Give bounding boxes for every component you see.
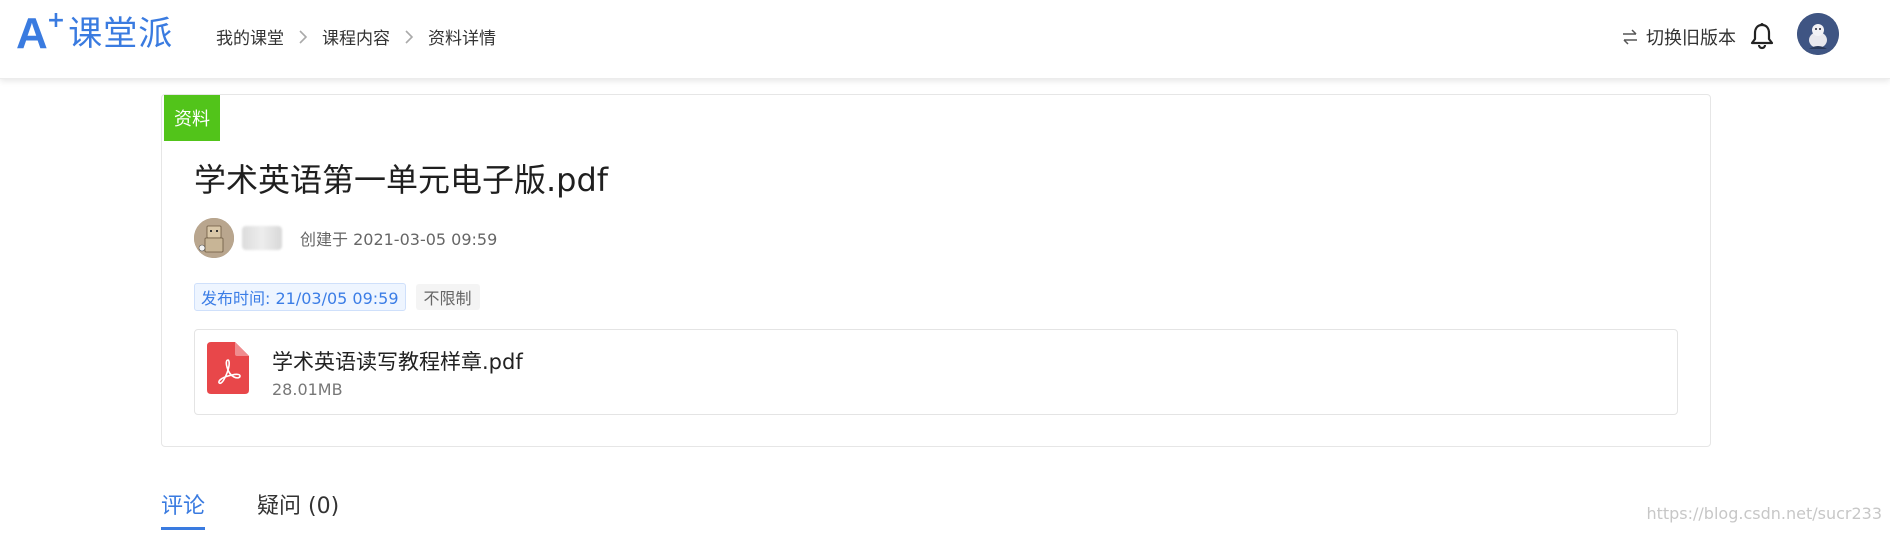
- top-bar: A + 课堂派 我的课堂 课程内容 资料详情 切换旧版本: [0, 0, 1890, 79]
- logo-a: A: [16, 9, 49, 58]
- material-card: 资料 学术英语第一单元电子版.pdf 创建于 2021-03-05 09:59 …: [161, 94, 1711, 447]
- author-avatar[interactable]: [194, 218, 234, 258]
- switch-old-version-button[interactable]: 切换旧版本: [1620, 24, 1736, 50]
- file-attachment[interactable]: 学术英语读写教程样章.pdf 28.01MB: [194, 329, 1678, 415]
- detail-tabs: 评论 疑问 (0): [161, 488, 391, 530]
- breadcrumb-item-material-detail: 资料详情: [428, 29, 496, 49]
- breadcrumb-item-my-classroom[interactable]: 我的课堂: [216, 24, 284, 49]
- user-avatar[interactable]: [1797, 13, 1839, 55]
- material-type-tag: 资料: [164, 95, 220, 141]
- switch-old-version-label: 切换旧版本: [1646, 28, 1736, 49]
- limit-badge: 不限制: [415, 284, 480, 310]
- logo-plus: +: [46, 7, 67, 33]
- pdf-icon: [207, 342, 249, 394]
- bell-icon[interactable]: [1749, 22, 1775, 50]
- author-name-redacted: [242, 226, 282, 250]
- publish-time-badge: 发布时间: 21/03/05 09:59: [194, 283, 406, 311]
- page-title: 学术英语第一单元电子版.pdf: [194, 161, 609, 199]
- breadcrumb: 我的课堂 课程内容 资料详情: [216, 24, 496, 49]
- breadcrumb-item-course-content[interactable]: 课程内容: [322, 24, 390, 49]
- created-time: 创建于 2021-03-05 09:59: [300, 230, 498, 249]
- tab-questions[interactable]: 疑问 (0): [257, 488, 339, 530]
- meta-tags: 发布时间: 21/03/05 09:59 不限制: [194, 283, 480, 311]
- logo-text: 课堂派: [68, 14, 174, 54]
- author-row: 创建于 2021-03-05 09:59: [194, 217, 497, 259]
- watermark: https://blog.csdn.net/sucr233: [1646, 504, 1882, 523]
- switch-arrows-icon: [1620, 27, 1640, 47]
- chevron-right-icon: [292, 27, 314, 47]
- tab-comments[interactable]: 评论: [161, 488, 206, 530]
- app-logo[interactable]: A + 课堂派: [16, 8, 174, 58]
- file-size: 28.01MB: [272, 380, 343, 399]
- file-name[interactable]: 学术英语读写教程样章.pdf: [272, 346, 523, 376]
- chevron-right-icon: [398, 27, 420, 47]
